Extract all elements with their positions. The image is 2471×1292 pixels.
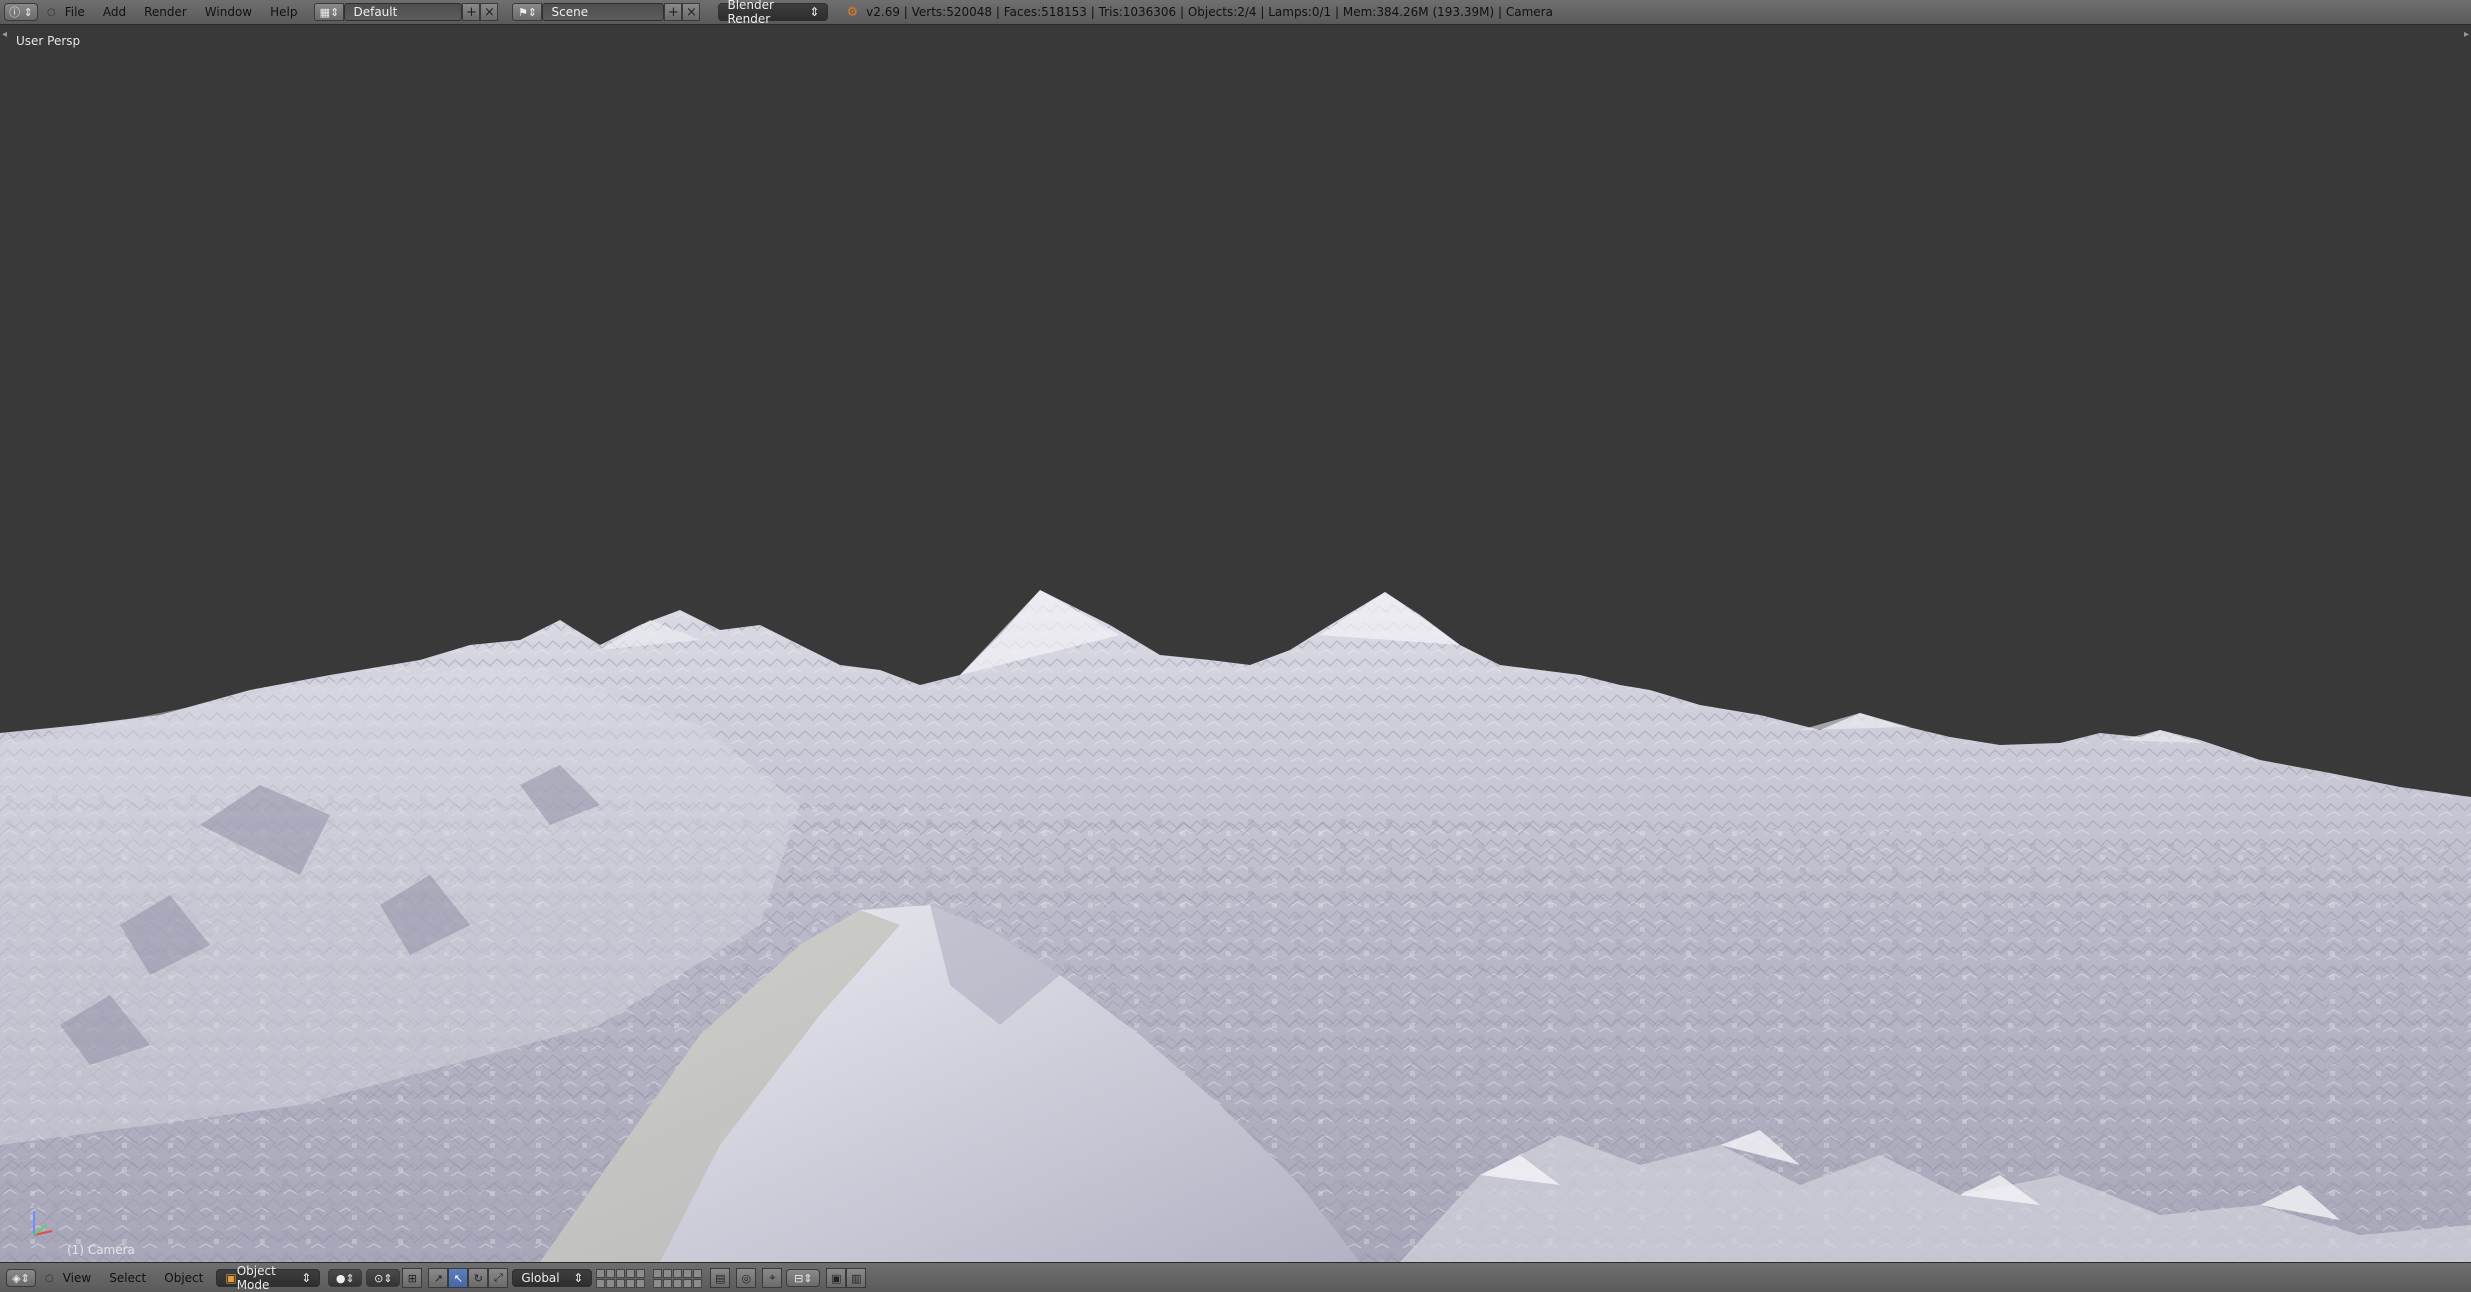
layer-buttons[interactable]	[653, 1268, 703, 1288]
active-object-label: (1) Camera	[67, 1243, 135, 1257]
shading-solid-icon[interactable]: ●⇕	[328, 1269, 363, 1287]
menu-object[interactable]: Object	[155, 1271, 212, 1285]
transform-orientation-select[interactable]: Global ⇕	[512, 1269, 593, 1287]
layer-buttons[interactable]	[596, 1268, 646, 1288]
mode-label: Object Mode	[236, 1264, 276, 1292]
scale-manipulator[interactable]: ⤢	[488, 1268, 509, 1288]
view3d-header: ◈⇕ ○ View Select Object ▣ Object Mode ⇕ …	[0, 1262, 2471, 1292]
blender-window: ⓘ ⇕ ○ File Add Render Window Help ▦⇕ Def…	[0, 0, 2471, 1292]
menu-add[interactable]: Add	[94, 5, 135, 19]
screen-layout-field[interactable]: Default	[344, 3, 463, 21]
info-editor-icon[interactable]: ⓘ ⇕	[4, 3, 38, 21]
remove-layout-button[interactable]: ×	[480, 3, 499, 21]
orientation-label: Global	[521, 1271, 560, 1285]
opengl-animation-icon[interactable]: ▥	[846, 1268, 867, 1288]
menu-window[interactable]: Window	[196, 5, 261, 19]
dropdown-arrows-icon: ⇕	[301, 1271, 312, 1285]
translate-manipulator[interactable]: ↖	[448, 1268, 469, 1288]
opengl-render-icon[interactable]: ▣	[826, 1268, 847, 1288]
scene-field[interactable]: Scene	[542, 3, 665, 21]
mode-select[interactable]: ▣ Object Mode ⇕	[216, 1264, 321, 1292]
lock-layers-icon[interactable]: ▤	[710, 1268, 731, 1288]
terrain-mesh: z	[0, 590, 2471, 1262]
menu-render[interactable]: Render	[135, 5, 196, 19]
render-engine-label: Blender Render	[727, 0, 774, 26]
menu-view[interactable]: View	[54, 1271, 100, 1285]
dropdown-arrows-icon: ⇕	[573, 1271, 584, 1285]
snap-element-icon[interactable]: ⊟⇕	[786, 1269, 821, 1287]
menu-select[interactable]: Select	[100, 1271, 155, 1285]
view-perspective-label: User Persp	[16, 34, 81, 48]
menu-help[interactable]: Help	[261, 5, 306, 19]
manipulator-icon[interactable]: ↗	[428, 1268, 449, 1288]
area-corner-icon[interactable]: ◂	[2, 29, 7, 40]
info-header: ⓘ ⇕ ○ File Add Render Window Help ▦⇕ Def…	[0, 0, 2471, 26]
add-layout-button[interactable]: +	[462, 3, 481, 21]
area-corner-icon[interactable]: ▸	[2464, 29, 2469, 40]
proportional-edit-icon[interactable]: ◎	[736, 1268, 757, 1288]
scene-statistics: v2.69 | Verts:520048 | Faces:518153 | Tr…	[866, 5, 1553, 19]
pivot-icon[interactable]: ⊙⇕	[366, 1269, 401, 1287]
object-mode-icon: ▣	[225, 1271, 237, 1285]
view3d-editor-icon[interactable]: ◈⇕	[6, 1269, 36, 1287]
render-engine-select[interactable]: Blender Render ⇕	[718, 0, 829, 26]
scene-icon[interactable]: ⚑⇕	[512, 3, 543, 21]
collapse-menu-icon[interactable]: ○	[47, 7, 56, 18]
svg-text:z: z	[30, 1201, 35, 1211]
3d-viewport[interactable]: z User Persp (1) Camera ◂ ▸	[0, 25, 2471, 1262]
rotate-manipulator[interactable]: ↻	[468, 1268, 489, 1288]
dropdown-arrows-icon: ⇕	[809, 5, 820, 19]
blender-logo-icon: ⚙	[846, 4, 859, 20]
add-scene-button[interactable]: +	[664, 3, 683, 21]
snap-icon[interactable]: ⌖	[762, 1268, 783, 1288]
remove-scene-button[interactable]: ×	[682, 3, 701, 21]
menu-file[interactable]: File	[56, 5, 94, 19]
collapse-menu-icon[interactable]: ○	[45, 1273, 54, 1284]
screen-layout-icon[interactable]: ▦⇕	[314, 3, 345, 21]
manipulator-toggle[interactable]: ⊞	[402, 1268, 423, 1288]
